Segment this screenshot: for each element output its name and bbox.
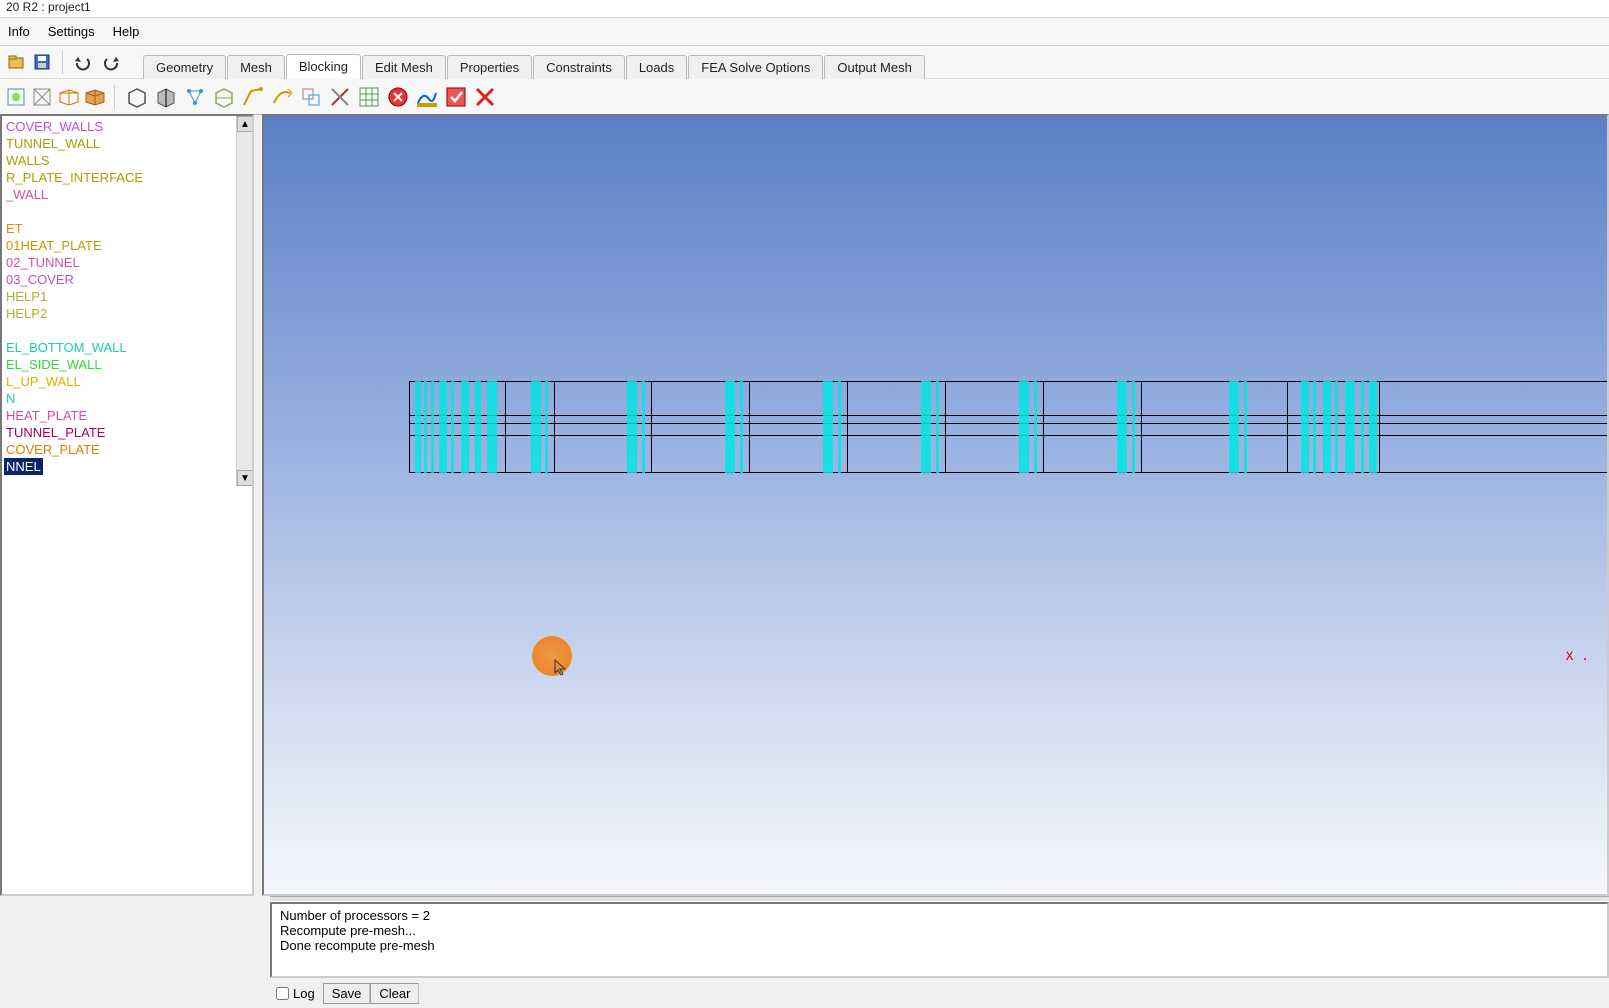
log-controls: Log Save Clear	[270, 978, 1609, 1008]
parts-tree-panel: COVER_WALLSTUNNEL_WALLWALLSR_PLATE_INTER…	[0, 114, 254, 896]
toolbar-row-bottom	[0, 78, 1609, 114]
tree-item[interactable]: NNEL	[4, 458, 43, 475]
tab-edit-mesh[interactable]: Edit Mesh	[362, 55, 446, 79]
tree-item[interactable]: TUNNEL_PLATE	[4, 424, 250, 441]
move-vertex-icon[interactable]	[268, 83, 296, 111]
box-zoom-icon[interactable]	[30, 85, 54, 109]
fit-view-icon[interactable]	[4, 85, 28, 109]
title-bar: 20 R2 : project1	[0, 0, 1609, 18]
log-line: Done recompute pre-mesh	[280, 938, 1599, 953]
menu-bar: Info Settings Help	[0, 18, 1609, 46]
scroll-up-icon[interactable]: ▲	[237, 116, 253, 132]
open-icon[interactable]	[4, 50, 28, 74]
split-block-icon[interactable]	[152, 83, 180, 111]
save-icon[interactable]	[30, 50, 54, 74]
tree-item[interactable]: EL_BOTTOM_WALL	[4, 339, 250, 356]
main-tabs: Geometry Mesh Blocking Edit Mesh Propert…	[143, 46, 926, 78]
scroll-down-icon[interactable]: ▼	[237, 470, 253, 486]
merge-vertices-icon[interactable]	[181, 83, 209, 111]
tree-item[interactable]: TUNNEL_WALL	[4, 135, 250, 152]
tree-item[interactable]: R_PLATE_INTERFACE	[4, 169, 250, 186]
tree-item[interactable]: 03_COVER	[4, 271, 250, 288]
tree-item[interactable]: ET	[4, 220, 250, 237]
log-checkbox-text: Log	[293, 986, 315, 1001]
menu-settings[interactable]: Settings	[48, 24, 95, 39]
undo-redo-group	[62, 50, 131, 74]
toolbar-row-top: Geometry Mesh Blocking Edit Mesh Propert…	[0, 46, 1609, 78]
blocking-structure	[409, 381, 1609, 473]
toolbar-area: Geometry Mesh Blocking Edit Mesh Propert…	[0, 46, 1609, 115]
tab-fea-solve[interactable]: FEA Solve Options	[688, 55, 823, 79]
tree-item[interactable]: HELP1	[4, 288, 250, 305]
tree-item[interactable]: HEAT_PLATE	[4, 407, 250, 424]
axis-x-label: X .	[1566, 649, 1589, 664]
tree-item[interactable]: COVER_WALLS	[4, 118, 250, 135]
file-tools	[0, 50, 58, 74]
undo-icon[interactable]	[71, 50, 95, 74]
viewport-3d[interactable]: X .	[262, 114, 1609, 896]
tree-item[interactable]: 02_TUNNEL	[4, 254, 250, 271]
menu-info[interactable]: Info	[8, 24, 30, 39]
block-checks-icon[interactable]	[442, 83, 470, 111]
tree-item[interactable]: COVER_PLATE	[4, 441, 250, 458]
associate-icon[interactable]	[239, 83, 267, 111]
log-checkbox[interactable]	[276, 987, 289, 1000]
premesh-params-icon[interactable]	[355, 83, 383, 111]
tree-item[interactable]: N	[4, 390, 250, 407]
shaded-icon[interactable]	[82, 85, 106, 109]
log-line: Recompute pre-mesh...	[280, 923, 1599, 938]
tree-item[interactable]: 01HEAT_PLATE	[4, 237, 250, 254]
tab-properties[interactable]: Properties	[447, 55, 532, 79]
tree-item[interactable]: WALLS	[4, 152, 250, 169]
tree-item[interactable]: EL_SIDE_WALL	[4, 356, 250, 373]
tab-mesh[interactable]: Mesh	[227, 55, 285, 79]
window-title: 20 R2 : project1	[6, 0, 91, 14]
log-area: Number of processors = 2Recompute pre-me…	[270, 896, 1609, 1006]
log-panel[interactable]: Number of processors = 2Recompute pre-me…	[270, 902, 1609, 978]
tree-item[interactable]	[4, 322, 250, 339]
edit-edge-icon[interactable]	[326, 83, 354, 111]
clear-log-button[interactable]: Clear	[370, 983, 419, 1004]
tab-output-mesh[interactable]: Output Mesh	[824, 55, 924, 79]
save-log-button[interactable]: Save	[323, 983, 371, 1004]
transform-block-icon[interactable]	[297, 83, 325, 111]
tree-scrollbar[interactable]: ▲ ▼	[236, 116, 252, 486]
wireframe-icon[interactable]	[56, 85, 80, 109]
premesh-quality-icon[interactable]	[384, 83, 412, 111]
tree-content[interactable]: COVER_WALLSTUNNEL_WALLWALLSR_PLATE_INTER…	[2, 116, 252, 486]
log-checkbox-label[interactable]: Log	[276, 986, 315, 1001]
tab-blocking[interactable]: Blocking	[286, 54, 361, 79]
tab-geometry[interactable]: Geometry	[143, 55, 226, 79]
tree-item[interactable]	[4, 203, 250, 220]
tree-item[interactable]: _WALL	[4, 186, 250, 203]
tab-constraints[interactable]: Constraints	[533, 55, 625, 79]
tab-loads[interactable]: Loads	[626, 55, 687, 79]
cursor-highlight	[532, 636, 572, 676]
main-area: COVER_WALLSTUNNEL_WALLWALLSR_PLATE_INTER…	[0, 114, 1609, 896]
edit-block-icon[interactable]	[210, 83, 238, 111]
redo-icon[interactable]	[99, 50, 123, 74]
tree-item[interactable]: HELP2	[4, 305, 250, 322]
create-block-icon[interactable]	[123, 83, 151, 111]
menu-help[interactable]: Help	[113, 24, 140, 39]
view-tools	[0, 85, 115, 109]
delete-block-icon[interactable]	[471, 83, 499, 111]
blocking-tools	[115, 83, 507, 111]
premesh-smooth-icon[interactable]	[413, 83, 441, 111]
log-line: Number of processors = 2	[280, 908, 1599, 923]
tree-item[interactable]: L_UP_WALL	[4, 373, 250, 390]
